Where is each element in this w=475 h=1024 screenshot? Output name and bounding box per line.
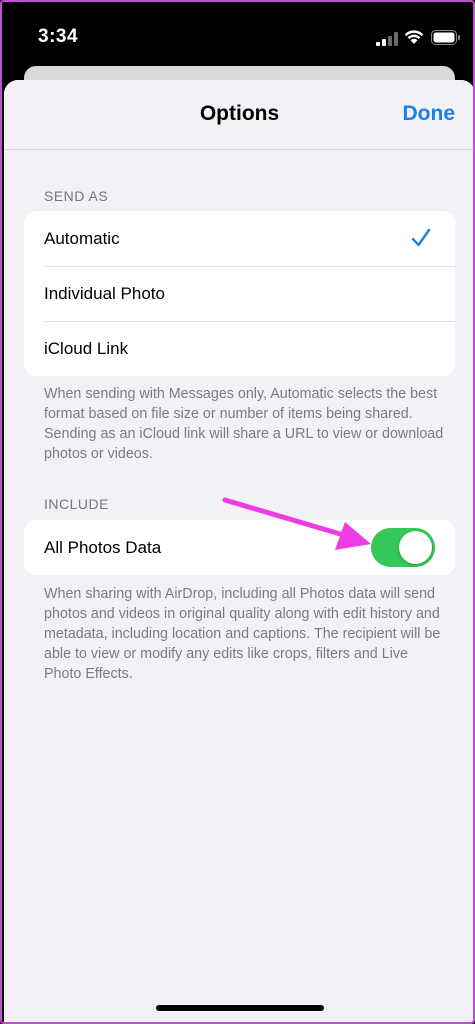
status-time: 3:34 <box>38 26 79 47</box>
send-as-group: Automatic Individual Photo iCloud Link <box>24 211 455 376</box>
checkmark-icon <box>411 228 431 247</box>
option-icloud-link[interactable]: iCloud Link <box>24 321 455 376</box>
battery-icon <box>431 30 460 45</box>
option-individual-photo[interactable]: Individual Photo <box>24 266 455 321</box>
all-photos-data-label: All Photos Data <box>44 537 162 557</box>
options-sheet: Options Done SEND AS Automatic Individua… <box>4 80 473 1022</box>
screenshot-frame: 3:34 Options Done SEND AS Automatic Indi… <box>0 0 475 1024</box>
arrow-annotation-icon <box>222 497 371 550</box>
signal-icon <box>376 32 398 46</box>
option-label: iCloud Link <box>44 338 129 358</box>
option-label: Individual Photo <box>44 283 165 303</box>
nav-bar: Options Done <box>4 80 473 150</box>
toggle-knob <box>399 531 432 564</box>
include-header: INCLUDE <box>44 496 109 512</box>
wifi-icon <box>404 30 424 44</box>
home-indicator <box>156 1005 324 1011</box>
option-automatic[interactable]: Automatic <box>24 211 455 266</box>
status-bar: 3:34 <box>2 2 473 72</box>
option-label: Automatic <box>44 228 120 248</box>
send-as-footnote: When sending with Messages only, Automat… <box>44 386 444 462</box>
include-footnote: When sharing with AirDrop, including all… <box>44 586 441 682</box>
send-as-header: SEND AS <box>44 188 109 204</box>
done-button[interactable]: Done <box>403 102 456 126</box>
all-photos-data-toggle[interactable] <box>371 528 435 567</box>
